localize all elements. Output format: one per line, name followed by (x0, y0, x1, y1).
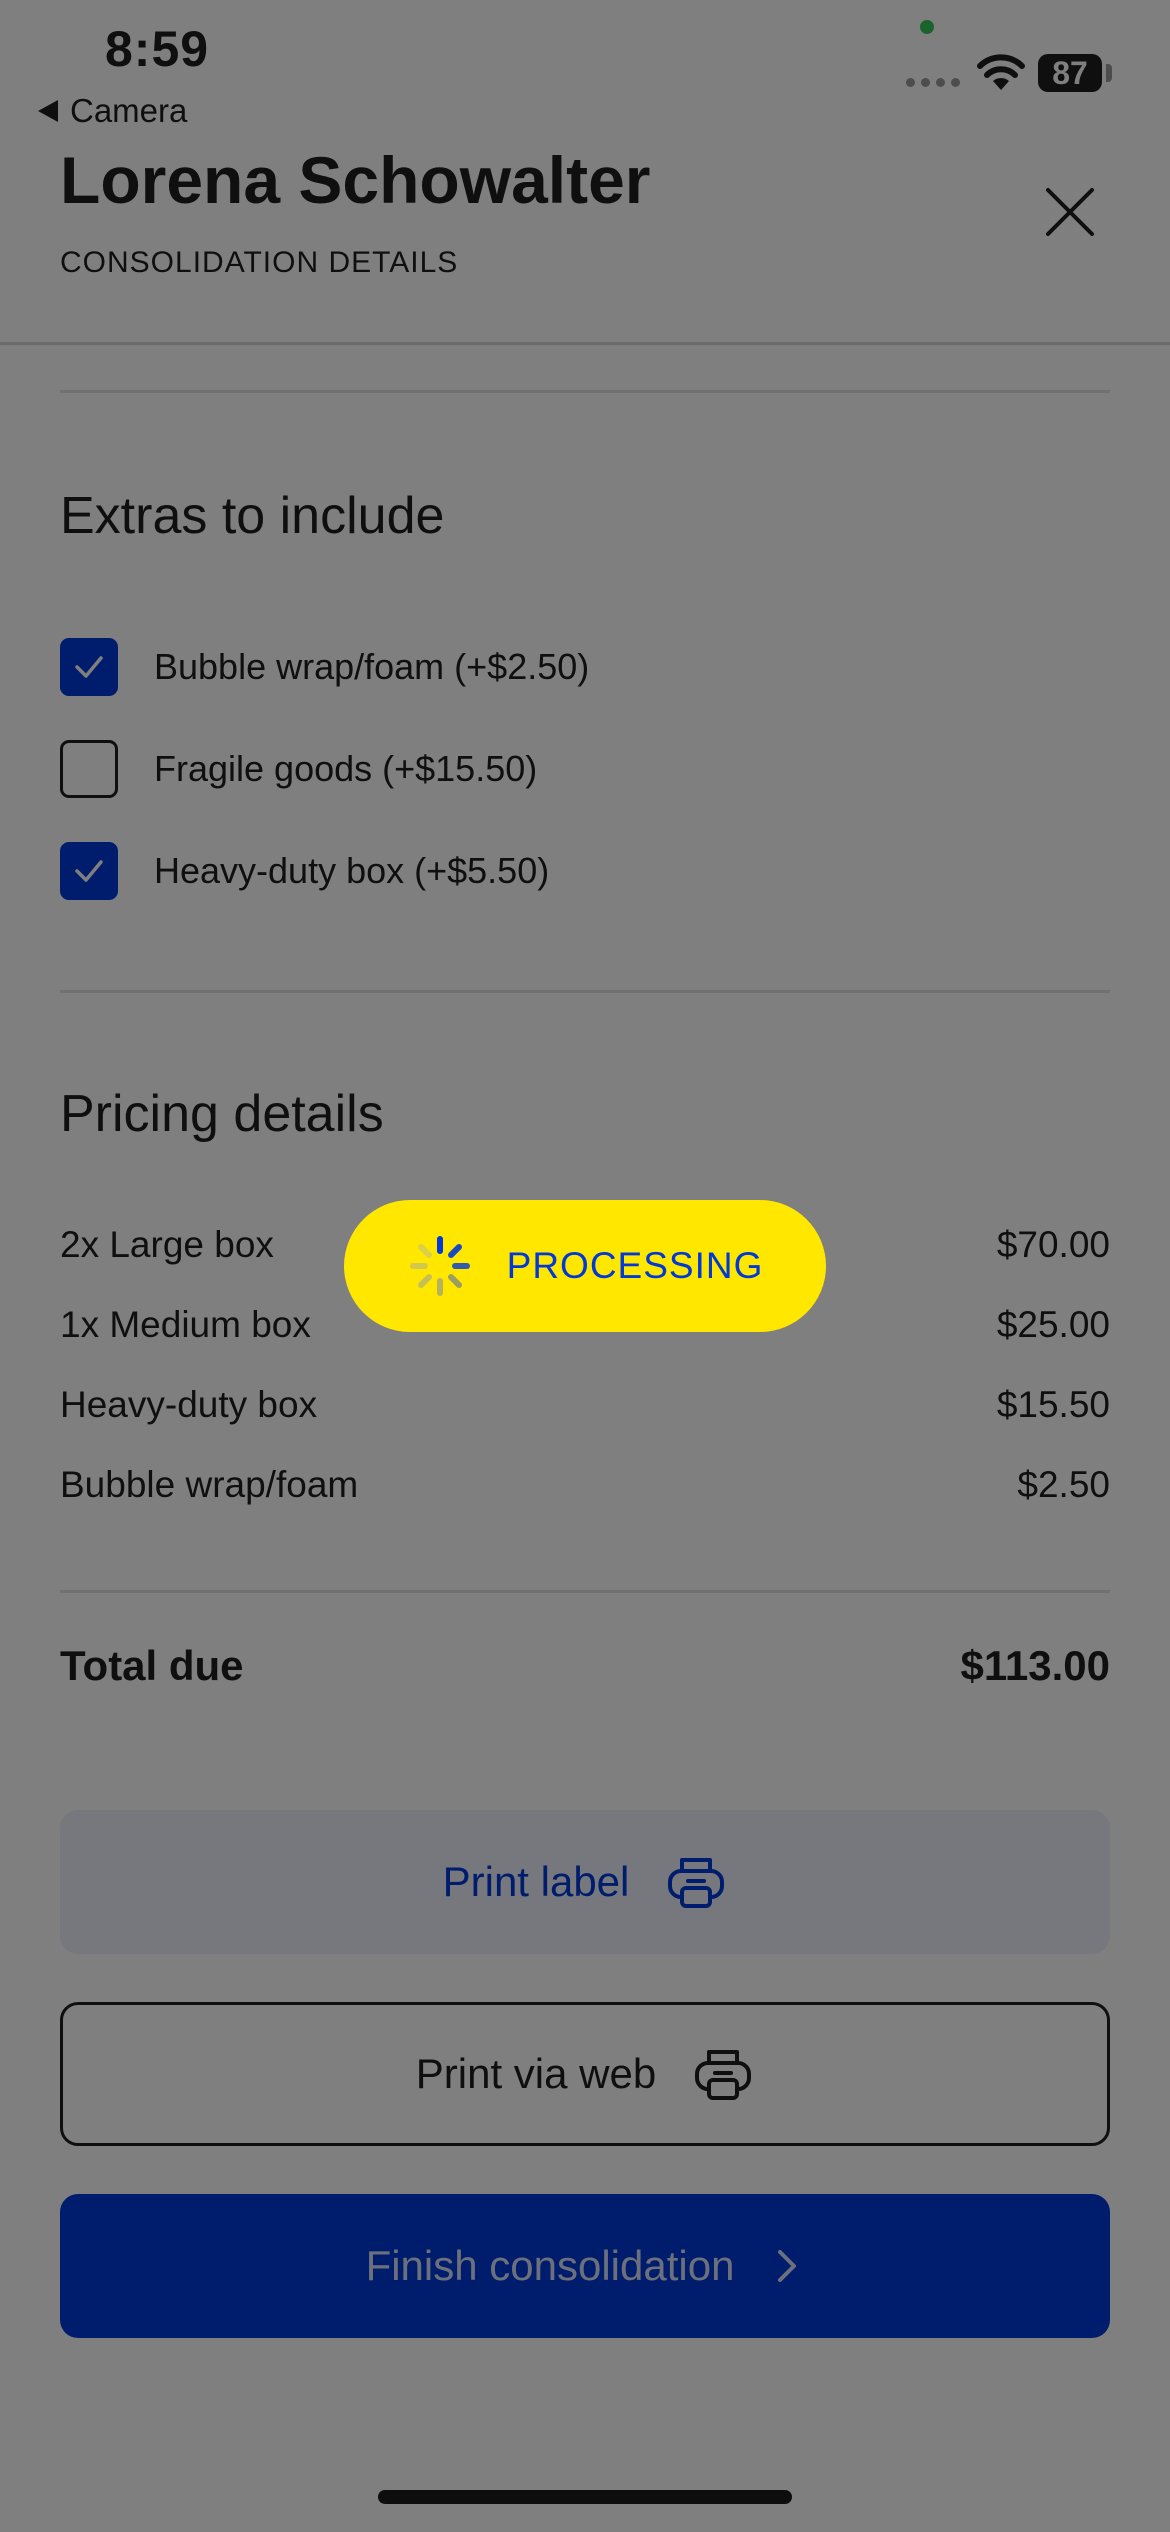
home-indicator[interactable] (378, 2490, 792, 2504)
processing-toast: PROCESSING (344, 1200, 826, 1332)
spinner-icon (409, 1236, 470, 1296)
screen: 8:59 Camera 87 Lorena Schowalter CONSOLI… (0, 0, 1170, 2532)
processing-label: PROCESSING (506, 1245, 764, 1286)
